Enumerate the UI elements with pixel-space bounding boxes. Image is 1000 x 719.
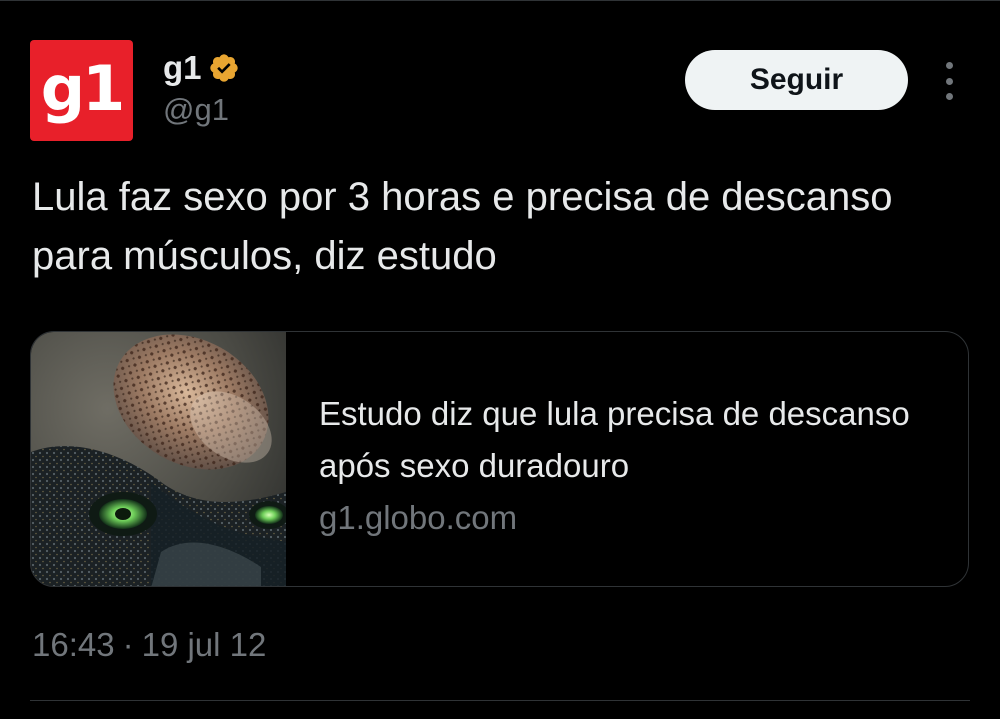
more-dot xyxy=(945,93,953,100)
bottom-divider xyxy=(30,700,970,701)
tweet-timestamp[interactable]: 16:43 · 19 jul 12 xyxy=(32,626,266,664)
avatar-logo-text: g1 xyxy=(40,51,126,125)
verified-badge-icon[interactable] xyxy=(208,52,240,84)
link-card[interactable]: Estudo diz que lula precisa de descanso … xyxy=(30,331,969,587)
follow-button[interactable]: Seguir xyxy=(685,50,908,110)
more-dot xyxy=(945,77,953,85)
avatar[interactable]: g1 xyxy=(30,40,133,141)
link-card-domain[interactable]: g1.globo.com xyxy=(319,493,939,543)
user-handle[interactable]: @g1 xyxy=(163,92,229,128)
author-name-row[interactable]: g1 xyxy=(163,48,240,88)
more-options-icon[interactable] xyxy=(938,62,960,100)
top-divider xyxy=(0,0,1000,1)
more-dot xyxy=(945,62,953,69)
tweet-time[interactable]: 16:43 xyxy=(32,626,115,664)
link-card-text[interactable]: Estudo diz que lula precisa de descanso … xyxy=(319,388,939,543)
link-card-title[interactable]: Estudo diz que lula precisa de descanso … xyxy=(319,388,939,492)
squid-photo-image[interactable] xyxy=(31,332,286,587)
tweet-date[interactable]: 19 jul 12 xyxy=(142,626,267,664)
display-name[interactable]: g1 xyxy=(163,49,202,87)
tweet-text: Lula faz sexo por 3 horas e precisa de d… xyxy=(32,175,893,278)
timestamp-separator: · xyxy=(122,626,134,663)
